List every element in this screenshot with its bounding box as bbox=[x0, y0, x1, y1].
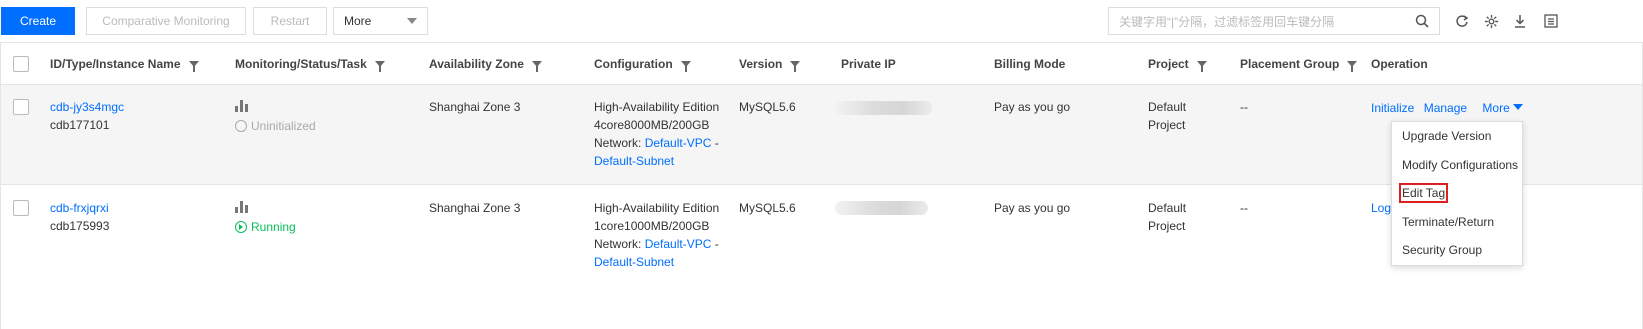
column-header-label: Version bbox=[739, 57, 783, 71]
filter-icon[interactable] bbox=[374, 61, 385, 72]
column-header-version[interactable]: Version bbox=[739, 57, 801, 72]
subnet-link[interactable]: Default-Subnet bbox=[594, 152, 719, 170]
column-header-label: Monitoring/Status/Task bbox=[235, 57, 367, 71]
network-label: Network: bbox=[594, 237, 642, 251]
column-header-billing: Billing Mode bbox=[994, 57, 1065, 71]
column-header-project[interactable]: Project bbox=[1148, 57, 1207, 72]
status-text: Uninitialized bbox=[251, 119, 316, 133]
column-header-operation: Operation bbox=[1371, 57, 1428, 71]
menu-item-modify-configurations[interactable]: Modify Configurations bbox=[1402, 158, 1518, 172]
column-header-configuration[interactable]: Configuration bbox=[594, 57, 691, 72]
menu-item-terminate-return[interactable]: Terminate/Return bbox=[1402, 215, 1494, 229]
filter-icon[interactable] bbox=[531, 61, 542, 72]
column-header-label: Project bbox=[1148, 57, 1189, 71]
billing-mode: Pay as you go bbox=[994, 100, 1071, 114]
initialize-link[interactable]: Initialize bbox=[1371, 101, 1414, 115]
config-edition: High-Availability Edition bbox=[594, 100, 720, 114]
availability-zone: Shanghai Zone 3 bbox=[429, 201, 521, 215]
vpc-link[interactable]: Default-VPC bbox=[645, 237, 712, 251]
monitoring-chart-icon[interactable] bbox=[235, 201, 248, 213]
more-link-label: More bbox=[1482, 101, 1510, 115]
column-header-monitoring[interactable]: Monitoring/Status/Task bbox=[235, 57, 385, 72]
clock-icon bbox=[235, 120, 247, 132]
gear-icon[interactable] bbox=[1482, 12, 1500, 30]
more-operations-menu: Upgrade Version Modify Configurations Ed… bbox=[1391, 121, 1523, 266]
restart-button[interactable]: Restart bbox=[253, 7, 327, 35]
config-spec: 1core1000MB/200GB bbox=[594, 219, 710, 233]
menu-item-security-group[interactable]: Security Group bbox=[1402, 243, 1482, 257]
version: MySQL5.6 bbox=[739, 201, 796, 215]
search-placeholder: 关键字用“|”分隔，过滤标签用回车键分隔 bbox=[1119, 14, 1335, 29]
column-header-label: Placement Group bbox=[1240, 57, 1340, 71]
private-ip-redacted bbox=[835, 101, 932, 115]
network-separator: - bbox=[714, 136, 719, 150]
column-header-label: Availability Zone bbox=[429, 57, 524, 71]
version: MySQL5.6 bbox=[739, 100, 796, 114]
row-checkbox[interactable] bbox=[13, 200, 29, 216]
toolbar: Create Comparative Monitoring Restart Mo… bbox=[0, 0, 1643, 42]
billing-mode: Pay as you go bbox=[994, 201, 1071, 215]
filter-icon[interactable] bbox=[790, 61, 801, 72]
search-icon[interactable] bbox=[1415, 14, 1429, 28]
project-line2: Project bbox=[1148, 219, 1186, 233]
project-line1: Default bbox=[1148, 201, 1187, 215]
column-header-label: Operation bbox=[1371, 57, 1428, 71]
search-input[interactable]: 关键字用“|”分隔，过滤标签用回车键分隔 bbox=[1108, 7, 1440, 35]
column-header-private-ip: Private IP bbox=[841, 57, 896, 71]
column-header-zone[interactable]: Availability Zone bbox=[429, 57, 542, 72]
status-text: Running bbox=[251, 220, 296, 234]
placement-group: -- bbox=[1240, 201, 1248, 215]
placement-group: -- bbox=[1240, 100, 1248, 114]
filter-icon[interactable] bbox=[1196, 61, 1207, 72]
play-circle-icon bbox=[235, 221, 247, 233]
project-line2: Project bbox=[1148, 118, 1186, 132]
row-checkbox[interactable] bbox=[13, 99, 29, 115]
menu-item-upgrade-version[interactable]: Upgrade Version bbox=[1402, 129, 1491, 143]
manage-link[interactable]: Manage bbox=[1424, 101, 1467, 115]
subnet-link[interactable]: Default-Subnet bbox=[594, 253, 719, 271]
column-header-label: Configuration bbox=[594, 57, 673, 71]
filter-icon[interactable] bbox=[1347, 61, 1358, 72]
filter-icon[interactable] bbox=[680, 61, 691, 72]
chevron-down-icon bbox=[1513, 104, 1524, 110]
config-spec: 4core8000MB/200GB bbox=[594, 118, 710, 132]
column-header-placement[interactable]: Placement Group bbox=[1240, 57, 1358, 72]
network-label: Network: bbox=[594, 136, 642, 150]
instance-id-link[interactable]: cdb-frxjqrxi bbox=[50, 199, 109, 217]
refresh-icon[interactable] bbox=[1453, 12, 1471, 30]
private-ip-redacted bbox=[835, 201, 928, 215]
column-header-label: Private IP bbox=[841, 57, 896, 71]
comparative-monitoring-button[interactable]: Comparative Monitoring bbox=[86, 7, 246, 35]
instance-name: cdb175993 bbox=[50, 219, 110, 233]
instance-id-link[interactable]: cdb-jy3s4mgc bbox=[50, 98, 124, 116]
create-button[interactable]: Create bbox=[1, 7, 75, 35]
list-settings-icon[interactable] bbox=[1542, 12, 1560, 30]
chevron-down-icon bbox=[407, 18, 417, 24]
filter-icon[interactable] bbox=[188, 61, 199, 72]
column-header-label: ID/Type/Instance Name bbox=[50, 57, 181, 71]
menu-item-edit-tag[interactable]: Edit Tag bbox=[1398, 183, 1449, 203]
download-icon[interactable] bbox=[1511, 12, 1529, 30]
instance-name: cdb177101 bbox=[50, 118, 110, 132]
column-header-label: Billing Mode bbox=[994, 57, 1066, 71]
monitoring-chart-icon[interactable] bbox=[235, 100, 248, 112]
more-dropdown[interactable]: More bbox=[333, 7, 428, 35]
column-header-id[interactable]: ID/Type/Instance Name bbox=[50, 57, 199, 72]
more-operations-link[interactable]: More bbox=[1482, 101, 1524, 115]
select-all-checkbox[interactable] bbox=[13, 56, 29, 72]
project-line1: Default bbox=[1148, 100, 1187, 114]
config-edition: High-Availability Edition bbox=[594, 201, 720, 215]
more-dropdown-label: More bbox=[344, 14, 372, 28]
availability-zone: Shanghai Zone 3 bbox=[429, 100, 521, 114]
vpc-link[interactable]: Default-VPC bbox=[645, 136, 712, 150]
network-separator: - bbox=[714, 237, 719, 251]
table-header: ID/Type/Instance Name Monitoring/Status/… bbox=[1, 43, 1642, 85]
